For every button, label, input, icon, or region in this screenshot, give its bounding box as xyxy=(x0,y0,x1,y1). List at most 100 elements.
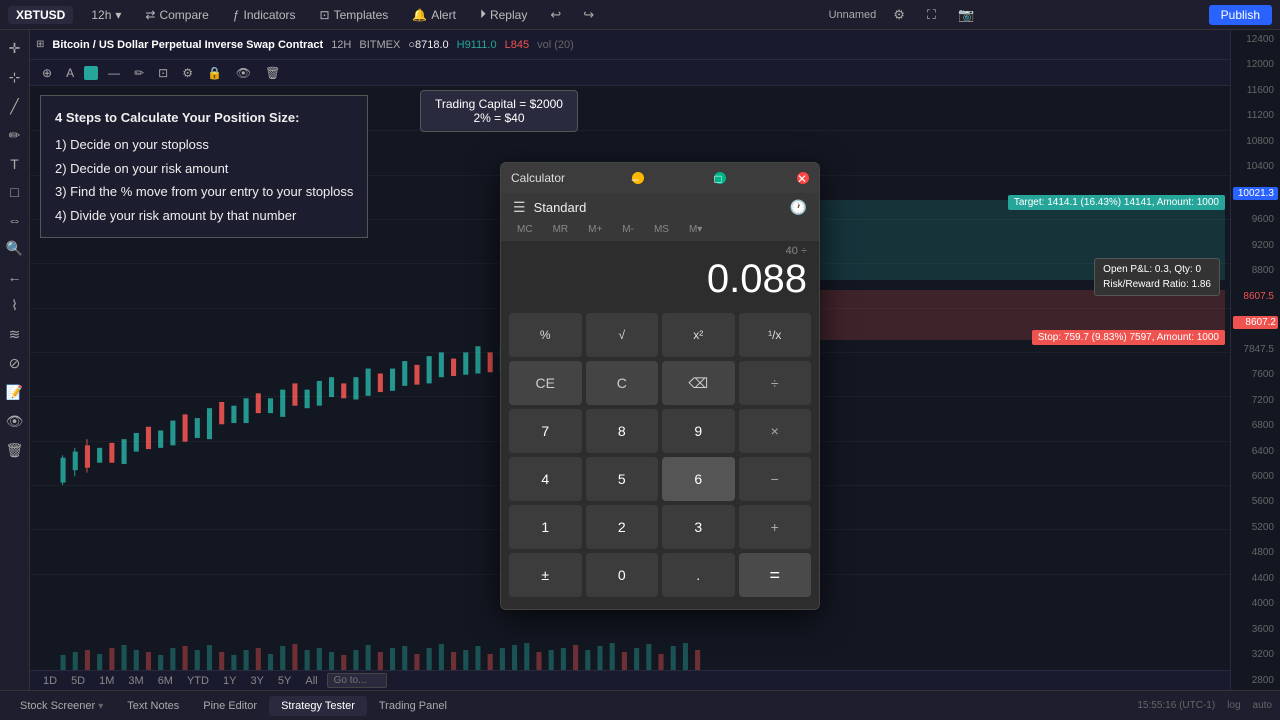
calc-square[interactable]: x² xyxy=(662,313,735,357)
calc-reciprocal[interactable]: ¹/x xyxy=(739,313,812,357)
timeframe-3y[interactable]: 3Y xyxy=(245,674,268,688)
tab-trading-panel[interactable]: Trading Panel xyxy=(367,696,459,716)
calc-primary-display: 0.088 xyxy=(513,257,807,301)
auto-toggle[interactable]: auto xyxy=(1253,700,1272,711)
undo-button[interactable]: ↩ xyxy=(545,5,566,25)
snapshot-icon[interactable]: 📷 xyxy=(953,5,979,25)
calc-equals[interactable]: = xyxy=(739,553,812,597)
trash-tool[interactable]: 🗑 xyxy=(2,438,28,463)
settings-icon[interactable]: ⚙ xyxy=(888,5,910,25)
annotation-step1: 1) Decide on your stoploss xyxy=(55,133,353,156)
indicators-icon: ƒ xyxy=(233,8,240,22)
calc-ce[interactable]: CE xyxy=(509,361,582,405)
calc-6[interactable]: 6 xyxy=(662,457,735,501)
back-button[interactable]: ← xyxy=(4,265,26,289)
redo-button[interactable]: ↪ xyxy=(578,5,599,25)
calc-percent[interactable]: % xyxy=(509,313,582,357)
expand-icon[interactable]: ⊞ xyxy=(36,39,44,50)
calc-maximize-button[interactable]: □ xyxy=(714,172,726,184)
publish-button[interactable]: Publish xyxy=(1209,5,1272,25)
calc-8[interactable]: 8 xyxy=(586,409,659,453)
timeframe-1y[interactable]: 1Y xyxy=(218,674,241,688)
timeframe-6m[interactable]: 6M xyxy=(153,674,178,688)
calc-minimize-button[interactable]: – xyxy=(632,172,644,184)
calc-close-button[interactable]: ✕ xyxy=(797,172,809,184)
compare-button[interactable]: ⇄ Compare xyxy=(139,6,214,24)
calc-history-icon[interactable]: 🕐 xyxy=(790,199,807,216)
timeframe-5d[interactable]: 5D xyxy=(66,674,90,688)
indicators-button[interactable]: ƒ Indicators xyxy=(227,6,302,24)
price-high: H9111.0 xyxy=(457,39,497,51)
calc-mr[interactable]: MR xyxy=(549,222,573,237)
text-tool[interactable]: T xyxy=(6,152,23,176)
delete-draw-btn[interactable]: 🗑 xyxy=(261,64,284,82)
visibility-draw-btn[interactable]: 👁 xyxy=(232,64,255,82)
draw-tool[interactable]: ✏ xyxy=(5,123,25,148)
fibonacci-tool[interactable]: ≋ xyxy=(5,322,25,347)
crosshair-tool[interactable]: ⊹ xyxy=(5,65,25,90)
ticker-symbol[interactable]: XBTUSD xyxy=(8,6,73,24)
line-draw-btn[interactable]: — xyxy=(104,64,124,82)
calc-4[interactable]: 4 xyxy=(509,457,582,501)
calc-backspace[interactable]: ⌫ xyxy=(662,361,735,405)
color-draw-btn[interactable] xyxy=(84,66,98,80)
interval-selector[interactable]: 12h ▾ xyxy=(85,6,127,24)
calc-mplus[interactable]: M+ xyxy=(584,222,606,237)
templates-button[interactable]: ⊡ Templates xyxy=(314,6,395,24)
brush-draw-btn[interactable]: A xyxy=(62,64,78,82)
calc-menu-icon[interactable]: ☰ xyxy=(513,199,526,216)
settings-draw-btn[interactable]: ⚙ xyxy=(178,64,197,82)
tab-stock-screener[interactable]: Stock Screener ▾ xyxy=(8,696,115,716)
tab-strategy-tester[interactable]: Strategy Tester xyxy=(269,696,367,716)
calc-ms[interactable]: MS xyxy=(650,222,673,237)
calc-1[interactable]: 1 xyxy=(509,505,582,549)
timeframe-all[interactable]: All xyxy=(300,674,322,688)
calc-clear[interactable]: C xyxy=(586,361,659,405)
annotation-tool[interactable]: 📝 xyxy=(2,380,27,405)
log-toggle[interactable]: log xyxy=(1227,700,1240,711)
measure-tool[interactable]: ⇔ xyxy=(4,208,26,232)
eye-tool[interactable]: 👁 xyxy=(2,409,28,434)
timeframe-1d[interactable]: 1D xyxy=(38,674,62,688)
calc-0[interactable]: 0 xyxy=(586,553,659,597)
brush-tool[interactable]: ⊘ xyxy=(5,351,25,376)
calc-5[interactable]: 5 xyxy=(586,457,659,501)
calc-decimal[interactable]: . xyxy=(662,553,735,597)
calc-mdrpdown[interactable]: M▾ xyxy=(685,222,706,237)
lock-draw-btn[interactable]: 🔒 xyxy=(203,64,226,82)
zoom-tool[interactable]: 🔍 xyxy=(2,236,27,261)
fib-draw-btn[interactable]: ⊡ xyxy=(154,64,172,82)
calc-add[interactable]: + xyxy=(739,505,812,549)
fullscreen-icon[interactable]: ⛶ xyxy=(922,5,941,25)
crosshair-draw-btn[interactable]: ⊕ xyxy=(38,64,56,82)
calc-multiply[interactable]: × xyxy=(739,409,812,453)
cursor-tool[interactable]: ✛ xyxy=(5,36,25,61)
calc-9[interactable]: 9 xyxy=(662,409,735,453)
trendline-tool[interactable]: ╱ xyxy=(6,94,22,119)
pattern-tool[interactable]: ⌇ xyxy=(7,293,22,318)
price-10800: 10800 xyxy=(1233,136,1278,147)
tab-text-notes[interactable]: Text Notes xyxy=(115,696,191,716)
timeframe-1m[interactable]: 1M xyxy=(94,674,119,688)
price-10400: 10400 xyxy=(1233,161,1278,172)
calc-divide[interactable]: ÷ xyxy=(739,361,812,405)
calc-negate[interactable]: ± xyxy=(509,553,582,597)
alert-button[interactable]: 🔔 Alert xyxy=(406,6,462,24)
calc-mminus[interactable]: M- xyxy=(618,222,638,237)
calc-sqrt[interactable]: √ xyxy=(586,313,659,357)
pencil-draw-btn[interactable]: ✏ xyxy=(130,64,148,82)
timeframe-5y[interactable]: 5Y xyxy=(273,674,296,688)
shapes-tool[interactable]: □ xyxy=(6,180,22,204)
timeframe-ytd[interactable]: YTD xyxy=(182,674,214,688)
annotation-step3: 3) Find the % move from your entry to yo… xyxy=(55,180,353,203)
tab-pine-editor[interactable]: Pine Editor xyxy=(191,696,269,716)
calc-mc[interactable]: MC xyxy=(513,222,537,237)
replay-button[interactable]: ⏵ Replay xyxy=(474,5,533,24)
timeframe-3m[interactable]: 3M xyxy=(123,674,148,688)
calc-subtract[interactable]: − xyxy=(739,457,812,501)
calc-2[interactable]: 2 xyxy=(586,505,659,549)
goto-input[interactable] xyxy=(327,673,387,688)
calc-7[interactable]: 7 xyxy=(509,409,582,453)
calc-3[interactable]: 3 xyxy=(662,505,735,549)
calc-row-2: CE C ⌫ ÷ xyxy=(509,361,811,405)
